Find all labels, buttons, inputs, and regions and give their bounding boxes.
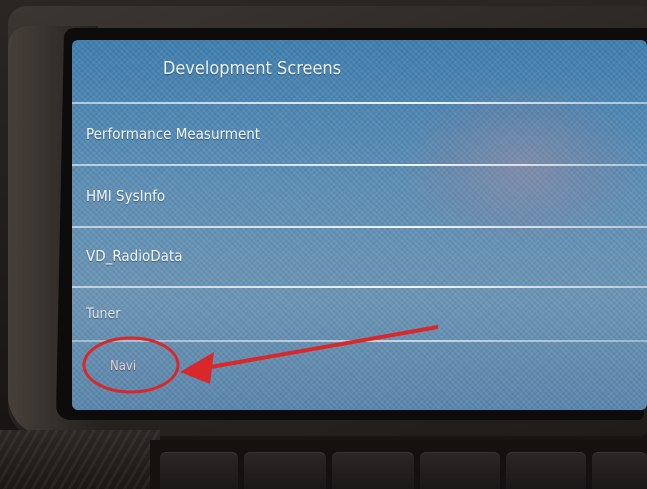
menu-item-navi[interactable]: Navi bbox=[110, 344, 647, 388]
control-button bbox=[506, 452, 586, 489]
photo: Development Screens Performance Measurme… bbox=[0, 0, 647, 489]
screen-title: Development Screens bbox=[162, 58, 342, 79]
divider bbox=[72, 102, 647, 104]
infotainment-screen: Development Screens Performance Measurme… bbox=[72, 40, 647, 410]
carbon-trim bbox=[0, 430, 160, 489]
divider bbox=[72, 340, 647, 342]
menu-item-tuner[interactable]: Tuner bbox=[86, 292, 626, 336]
control-button bbox=[420, 452, 500, 489]
divider bbox=[72, 286, 647, 288]
control-button bbox=[160, 452, 238, 489]
control-button bbox=[332, 452, 414, 489]
divider bbox=[72, 226, 647, 228]
control-button bbox=[244, 452, 326, 489]
menu-item-performance-measurment[interactable]: Performance Measurment bbox=[86, 112, 626, 156]
menu-item-vd-radiodata[interactable]: VD_RadioData bbox=[86, 234, 626, 278]
divider bbox=[72, 164, 647, 166]
menu-item-hmi-sysinfo[interactable]: HMI SysInfo bbox=[86, 174, 626, 218]
control-button bbox=[592, 452, 647, 489]
